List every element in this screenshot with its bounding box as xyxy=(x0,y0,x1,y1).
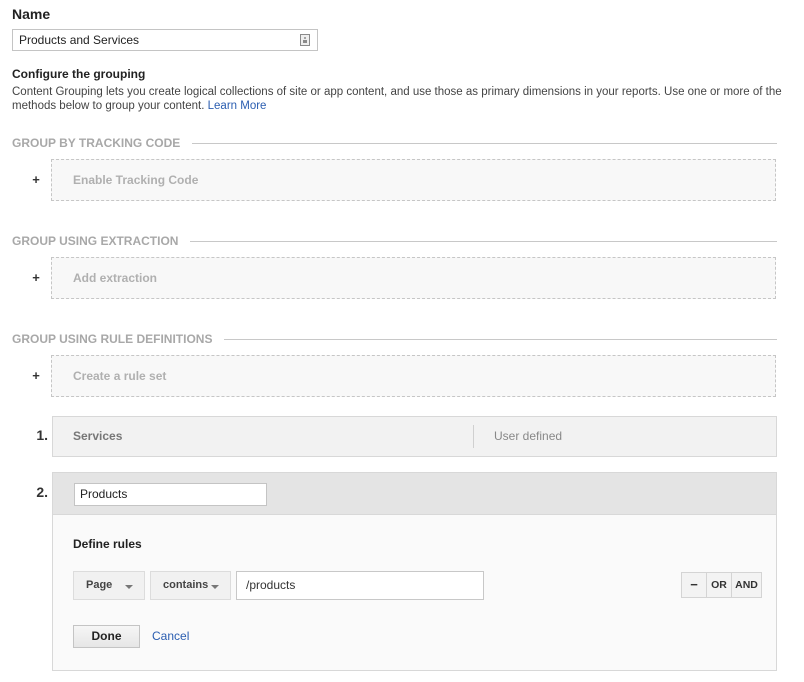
rule-set-number: 1. xyxy=(36,427,48,443)
enable-tracking-code-label: Enable Tracking Code xyxy=(73,173,199,187)
operator-value: contains xyxy=(163,579,209,591)
add-extraction-row: + Add extraction xyxy=(28,257,776,299)
section-title: GROUP USING EXTRACTION xyxy=(12,234,179,248)
dimension-dropdown[interactable]: Page xyxy=(73,571,145,600)
and-button[interactable]: AND xyxy=(732,573,761,597)
dimension-value: Page xyxy=(86,579,113,591)
plus-icon[interactable]: + xyxy=(28,355,44,397)
section-tracking-code: GROUP BY TRACKING CODE xyxy=(12,136,777,150)
create-rule-set-row: + Create a rule set xyxy=(28,355,776,397)
condition-button-group: − OR AND xyxy=(681,572,762,598)
rule-value-input[interactable]: /products xyxy=(236,571,484,600)
name-label: Name xyxy=(12,6,51,22)
configure-title: Configure the grouping xyxy=(12,67,146,81)
rule-set-products-editor: Products Define rules Page contains /pro… xyxy=(52,472,777,671)
add-extraction-label: Add extraction xyxy=(73,271,158,285)
add-extraction-button[interactable]: Add extraction xyxy=(51,257,776,299)
define-rules-title: Define rules xyxy=(73,537,142,551)
group-name-input[interactable]: Products and Services xyxy=(12,29,318,51)
done-button[interactable]: Done xyxy=(73,625,140,648)
rule-set-number: 2. xyxy=(36,484,48,500)
rule-set-header: Products xyxy=(53,473,776,515)
section-title: GROUP BY TRACKING CODE xyxy=(12,136,181,150)
section-divider xyxy=(190,240,777,242)
operator-dropdown[interactable]: contains xyxy=(150,571,231,600)
plus-icon[interactable]: + xyxy=(28,257,44,299)
or-button[interactable]: OR xyxy=(707,573,732,597)
section-divider xyxy=(224,338,777,340)
chevron-down-icon xyxy=(125,585,133,589)
rule-set-type: User defined xyxy=(494,429,563,443)
configure-description-text: Content Grouping lets you create logical… xyxy=(12,86,782,112)
enable-tracking-code-row: + Enable Tracking Code xyxy=(28,159,776,201)
rule-set-services[interactable]: Services User defined xyxy=(52,416,777,457)
rule-set-name-input[interactable]: Products xyxy=(74,483,267,506)
section-rule-definitions: GROUP USING RULE DEFINITIONS xyxy=(12,332,777,346)
chevron-down-icon xyxy=(211,585,219,589)
create-rule-set-label: Create a rule set xyxy=(73,369,167,383)
section-title: GROUP USING RULE DEFINITIONS xyxy=(12,332,213,346)
rule-set-name: Services xyxy=(73,429,123,443)
configure-description: Content Grouping lets you create logical… xyxy=(12,86,802,113)
remove-condition-button[interactable]: − xyxy=(682,573,707,597)
section-extraction: GROUP USING EXTRACTION xyxy=(12,234,777,248)
column-divider xyxy=(473,425,474,448)
plus-icon[interactable]: + xyxy=(28,159,44,201)
group-name-value: Products and Services xyxy=(19,33,140,47)
enable-tracking-code-button[interactable]: Enable Tracking Code xyxy=(51,159,776,201)
contact-card-icon[interactable] xyxy=(300,34,310,46)
create-rule-set-button[interactable]: Create a rule set xyxy=(51,355,776,397)
cancel-link[interactable]: Cancel xyxy=(152,625,189,648)
learn-more-link[interactable]: Learn More xyxy=(208,100,267,112)
section-divider xyxy=(192,142,777,144)
